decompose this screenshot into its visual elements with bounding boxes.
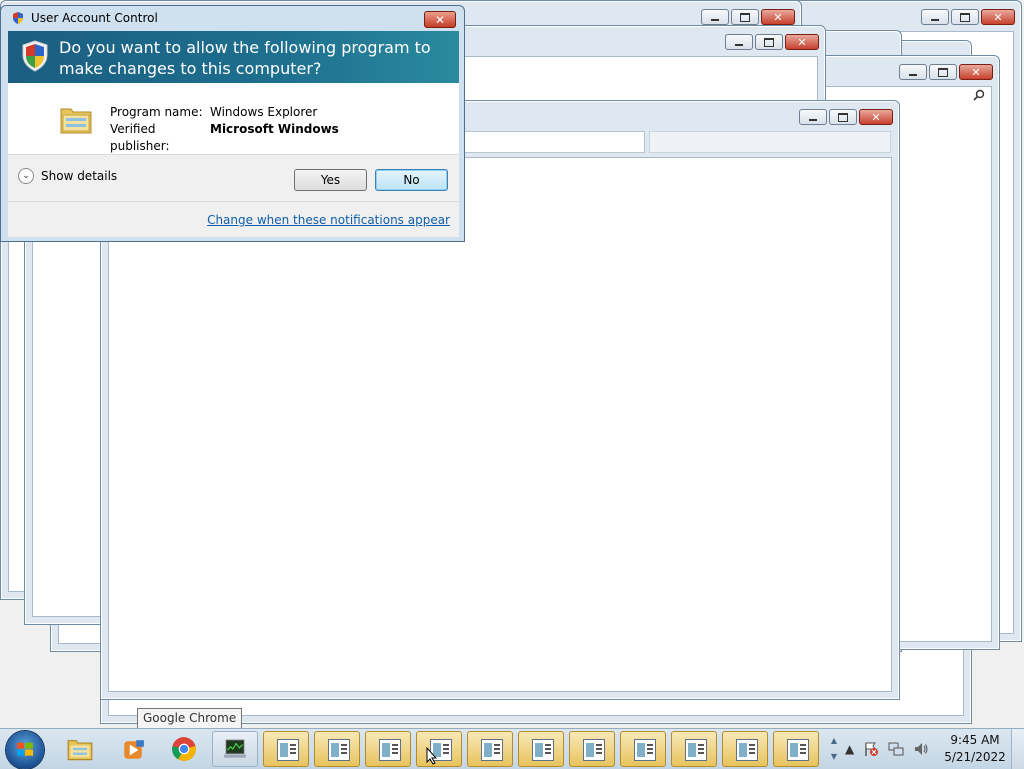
maximize-button[interactable]: [829, 109, 857, 125]
minimize-button[interactable]: [701, 9, 729, 25]
program-name-label: Program name:: [110, 105, 203, 119]
taskbar-scroll-buttons[interactable]: ▲ ▼: [828, 733, 840, 765]
uac-question: Do you want to allow the following progr…: [59, 38, 431, 78]
uac-shield-icon: [22, 40, 48, 72]
chrome-icon: [172, 737, 196, 761]
uac-titlebar: User Account Control: [11, 11, 158, 25]
uac-shield-icon: [13, 12, 23, 24]
close-button[interactable]: ✕: [859, 109, 893, 125]
close-button[interactable]: ✕: [959, 64, 993, 80]
taskbar-windows-explorer[interactable]: [57, 731, 103, 767]
scroll-up-icon[interactable]: ▲: [828, 733, 840, 749]
clock-time: 9:45 AM: [950, 733, 1000, 747]
close-button[interactable]: ✕: [761, 9, 795, 25]
uac-close-button[interactable]: ✕: [424, 11, 456, 28]
taskbar-media-player[interactable]: [108, 731, 154, 767]
taskbar-window-button[interactable]: [722, 731, 768, 767]
taskbar-window-button[interactable]: [314, 731, 360, 767]
uac-program-info: Program name: Windows Explorer Verified …: [8, 83, 459, 154]
uac-info: Program name: Windows Explorer Verified …: [110, 104, 339, 155]
maximize-button[interactable]: [755, 34, 783, 50]
yes-button[interactable]: Yes: [294, 169, 367, 191]
taskbar: ▲ ▼ ▲ 9:45 AM 5/21/2022: [0, 728, 1024, 769]
explorer-window-icon: [532, 739, 554, 761]
taskbar-window-button[interactable]: [569, 731, 615, 767]
divider: [8, 201, 459, 202]
system-tray: ▲: [845, 741, 929, 757]
close-button[interactable]: ✕: [785, 34, 819, 50]
maximize-button[interactable]: [951, 9, 979, 25]
show-details-label[interactable]: Show details: [41, 169, 117, 183]
taskbar-window-button[interactable]: [365, 731, 411, 767]
window-caption-buttons: ✕: [701, 9, 795, 25]
publisher-label: Verified publisher:: [110, 122, 170, 153]
show-details-toggle[interactable]: ⌄ Show details: [18, 168, 117, 184]
taskbar-window-button[interactable]: [773, 731, 819, 767]
explorer-window-icon: [379, 739, 401, 761]
start-button[interactable]: [6, 731, 44, 769]
program-name-value: Windows Explorer: [210, 105, 318, 119]
explorer-window-icon: [481, 739, 503, 761]
uac-dialog: User Account Control ✕ Do you want to al…: [0, 5, 465, 242]
minimize-button[interactable]: [799, 109, 827, 125]
explorer-window-icon: [787, 739, 809, 761]
maximize-button[interactable]: [731, 9, 759, 25]
taskbar-window-button[interactable]: [620, 731, 666, 767]
taskbar-window-button[interactable]: [467, 731, 513, 767]
show-hidden-icons-icon[interactable]: ▲: [845, 742, 854, 756]
explorer-window-icon: [634, 739, 656, 761]
explorer-window-icon: [277, 739, 299, 761]
explorer-window-icon: [328, 739, 350, 761]
windows-explorer-folder-icon: [60, 108, 92, 134]
taskbar-window-button[interactable]: [518, 731, 564, 767]
scroll-down-icon[interactable]: ▼: [828, 749, 840, 765]
notifications-settings-link[interactable]: Change when these notifications appear: [207, 213, 450, 227]
search-icon[interactable]: [973, 89, 985, 101]
publisher-value: Microsoft Windows: [210, 122, 339, 136]
action-center-flag-icon[interactable]: [863, 741, 879, 757]
explorer-window-icon: [736, 739, 758, 761]
taskbar-window-button[interactable]: [671, 731, 717, 767]
uac-title: User Account Control: [31, 11, 158, 25]
taskbar-task-manager[interactable]: [212, 731, 258, 767]
show-desktop-button[interactable]: [1011, 729, 1024, 769]
network-icon[interactable]: [888, 741, 904, 757]
window-caption-buttons: ✕: [799, 109, 893, 125]
minimize-button[interactable]: [899, 64, 927, 80]
volume-icon[interactable]: [913, 741, 929, 757]
explorer-window-icon: [685, 739, 707, 761]
taskbar-window-button[interactable]: [416, 731, 462, 767]
taskbar-window-button[interactable]: [263, 731, 309, 767]
taskbar-tooltip: Google Chrome: [137, 708, 243, 729]
minimize-button[interactable]: [725, 34, 753, 50]
close-button[interactable]: ✕: [981, 9, 1015, 25]
window-caption-buttons: ✕: [921, 9, 1015, 25]
media-player-icon: [124, 740, 144, 759]
window-caption-buttons: ✕: [899, 64, 993, 80]
mouse-cursor-icon: [426, 747, 438, 765]
uac-actions: ⌄ Show details Yes No Change when these …: [8, 154, 459, 237]
uac-banner: Do you want to allow the following progr…: [8, 31, 459, 83]
no-button[interactable]: No: [375, 169, 448, 191]
folder-icon: [67, 740, 93, 761]
monitor-icon: [224, 739, 246, 758]
clock-date: 5/21/2022: [944, 750, 1006, 764]
maximize-button[interactable]: [929, 64, 957, 80]
windows-logo-icon: [17, 742, 33, 756]
taskbar-clock[interactable]: 9:45 AM 5/21/2022: [940, 732, 1010, 766]
explorer-window-icon: [583, 739, 605, 761]
search-box[interactable]: [649, 131, 891, 153]
window-caption-buttons: ✕: [725, 34, 819, 50]
minimize-button[interactable]: [921, 9, 949, 25]
taskbar-google-chrome[interactable]: [161, 731, 207, 767]
chevron-down-icon[interactable]: ⌄: [18, 168, 34, 184]
